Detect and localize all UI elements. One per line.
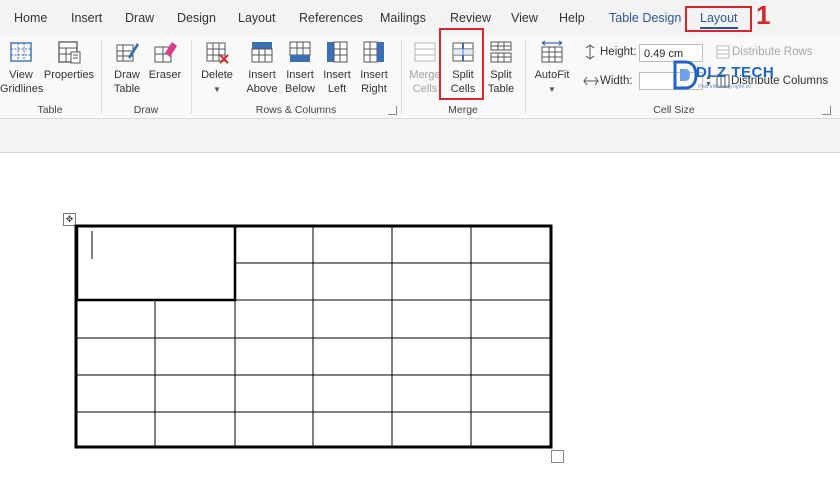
draw-table-label-1: Draw	[114, 69, 140, 81]
rows-columns-launcher-icon[interactable]	[388, 106, 397, 115]
split-table-label-2: Table	[487, 83, 515, 95]
group-draw-label: Draw	[133, 104, 159, 116]
height-label: Height:	[600, 46, 637, 58]
draw-table-label-2: Table	[113, 83, 141, 95]
document-area: ✥	[0, 119, 840, 501]
merge-cells-label-2: Cells	[412, 83, 438, 95]
document-page[interactable]: ✥	[0, 152, 840, 501]
split-table-label-1: Split	[490, 69, 512, 81]
group-separator	[191, 40, 192, 114]
insert-right-label-1: Insert	[360, 69, 388, 81]
delete-label: Delete	[201, 69, 233, 81]
properties-label: Properties	[43, 69, 95, 81]
tab-table-design[interactable]: Table Design	[609, 11, 681, 25]
split-table-button[interactable]: Split Table	[482, 36, 520, 96]
draw-table-icon	[116, 43, 139, 62]
insert-above-label-1: Insert	[248, 69, 276, 81]
tab-references[interactable]: References	[299, 11, 363, 25]
insert-below-label-1: Insert	[286, 69, 314, 81]
autofit-icon	[541, 40, 563, 63]
group-rows-columns-label: Rows & Columns	[255, 104, 337, 116]
dlz-tech-watermark: DLZ TECH Phát triển công nghệ số	[672, 58, 782, 96]
ribbon: View Gridlines Properties Table Draw Tab…	[0, 36, 840, 119]
tab-review[interactable]: Review	[450, 11, 491, 25]
group-merge-label: Merge	[448, 104, 478, 116]
tab-view[interactable]: View	[511, 11, 538, 25]
group-separator	[101, 40, 102, 114]
insert-below-button[interactable]: Insert Below	[280, 36, 320, 96]
column-width-icon	[583, 76, 599, 86]
insert-right-icon	[363, 41, 384, 63]
eraser-icon	[154, 42, 177, 63]
insert-above-icon	[251, 42, 273, 63]
step-1-label: 1	[756, 0, 771, 30]
chevron-down-icon: ▼	[213, 85, 221, 94]
cell-size-launcher-icon[interactable]	[822, 106, 831, 115]
properties-button[interactable]: Properties	[42, 36, 96, 82]
highlight-layout-tab	[685, 6, 752, 32]
insert-left-label-2: Left	[327, 83, 347, 95]
insert-below-label-2: Below	[285, 83, 315, 95]
group-separator	[401, 40, 402, 114]
highlight-split-cells	[439, 28, 484, 100]
view-gridlines-button[interactable]: View Gridlines	[0, 36, 44, 96]
tab-design[interactable]: Design	[177, 11, 216, 25]
delete-button[interactable]: Delete ▼	[196, 36, 238, 97]
insert-left-button[interactable]: Insert Left	[318, 36, 356, 96]
group-separator	[525, 40, 526, 114]
table-properties-icon	[58, 41, 81, 64]
chevron-down-icon: ▼	[548, 85, 556, 94]
view-gridlines-label-2: Gridlines	[0, 83, 44, 95]
insert-above-label-2: Above	[246, 83, 278, 95]
tab-home[interactable]: Home	[14, 11, 47, 25]
insert-left-label-1: Insert	[323, 69, 351, 81]
tab-help[interactable]: Help	[559, 11, 585, 25]
merge-cells-label-1: Merge	[409, 69, 441, 81]
autofit-label: AutoFit	[534, 69, 570, 81]
watermark-tagline: Phát triển công nghệ số	[698, 84, 751, 90]
tab-mailings[interactable]: Mailings	[380, 11, 426, 25]
view-gridlines-label-1: View	[9, 69, 33, 81]
insert-above-button[interactable]: Insert Above	[242, 36, 282, 96]
insert-below-icon	[289, 41, 311, 62]
split-table-icon	[490, 41, 512, 63]
distribute-rows-button[interactable]: Distribute Rows	[732, 46, 813, 58]
document-table	[74, 224, 553, 449]
table-resize-handle-icon[interactable]	[551, 450, 564, 463]
group-table-label: Table	[37, 104, 63, 116]
tab-page-layout[interactable]: Layout	[238, 11, 276, 25]
merge-cells-icon	[414, 42, 436, 62]
watermark-brand: DLZ TECH	[696, 64, 775, 81]
insert-right-button[interactable]: Insert Right	[355, 36, 393, 96]
tab-insert[interactable]: Insert	[71, 11, 102, 25]
distribute-rows-icon	[716, 45, 730, 59]
eraser-label: Eraser	[148, 69, 182, 81]
width-label: Width:	[600, 75, 633, 87]
delete-table-icon	[206, 42, 229, 64]
dlz-logo-icon	[673, 60, 698, 90]
insert-left-icon	[327, 41, 348, 63]
eraser-button[interactable]: Eraser	[146, 36, 184, 82]
row-height-icon	[585, 44, 595, 60]
gridlines-icon	[10, 42, 32, 62]
insert-right-label-2: Right	[361, 83, 387, 95]
autofit-button[interactable]: AutoFit ▼	[531, 36, 573, 97]
group-cell-size-label: Cell Size	[653, 104, 695, 116]
tab-draw[interactable]: Draw	[125, 11, 154, 25]
draw-table-button[interactable]: Draw Table	[108, 36, 146, 96]
